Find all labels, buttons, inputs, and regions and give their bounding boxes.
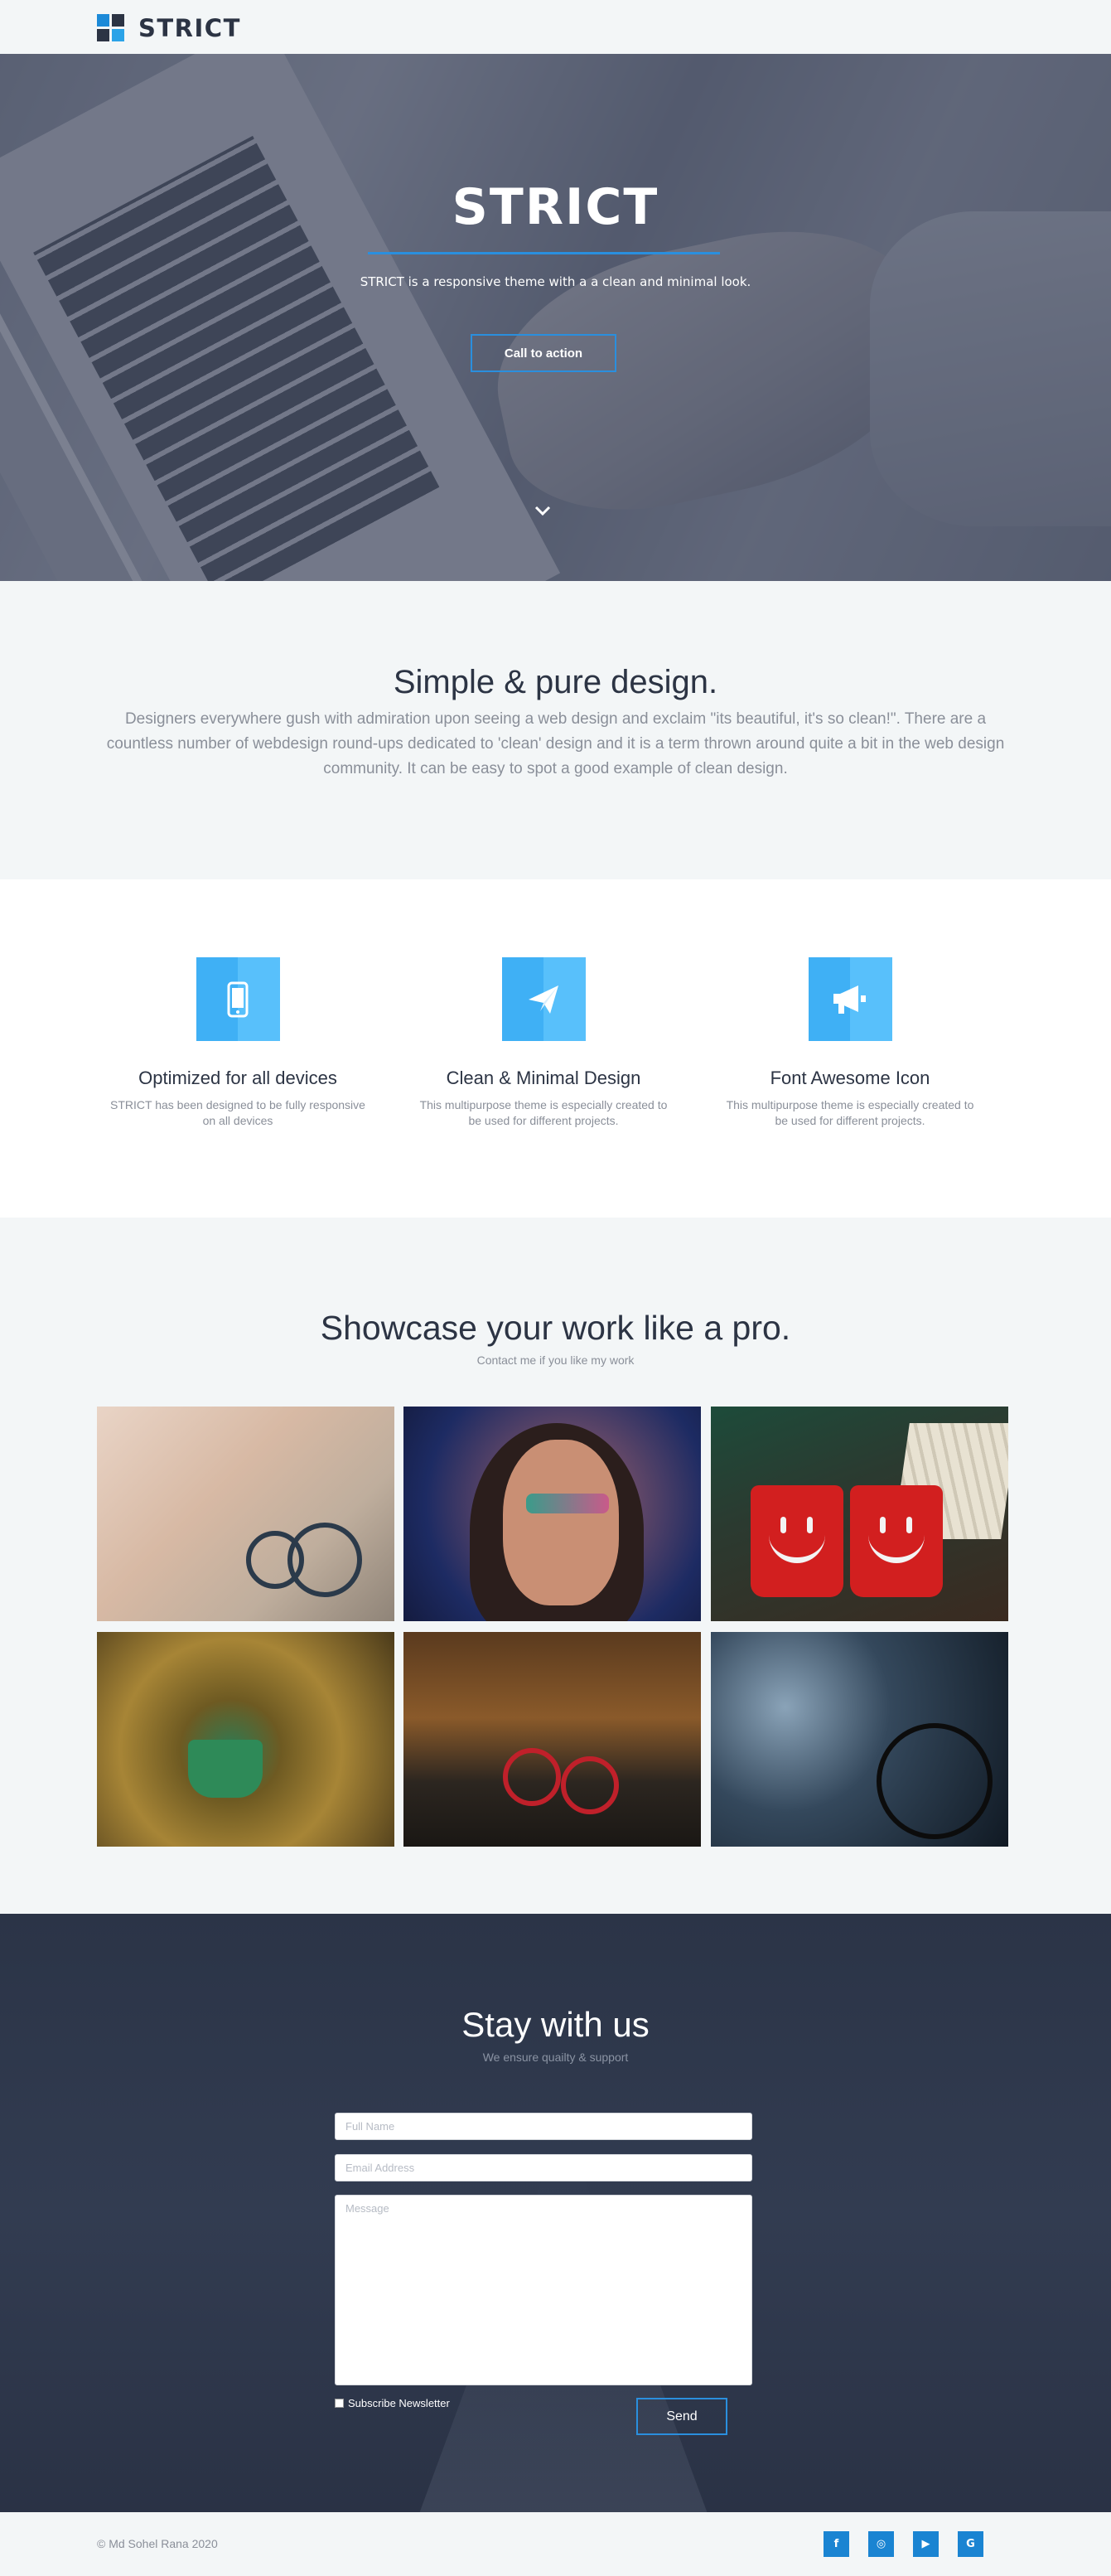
- brand-name: STRICT: [138, 14, 241, 42]
- page-spacer: [0, 0, 1111, 2576]
- logo-mark-icon: [97, 14, 125, 42]
- brand-logo[interactable]: STRICT: [97, 14, 241, 42]
- navbar: STRICT: [0, 0, 1111, 54]
